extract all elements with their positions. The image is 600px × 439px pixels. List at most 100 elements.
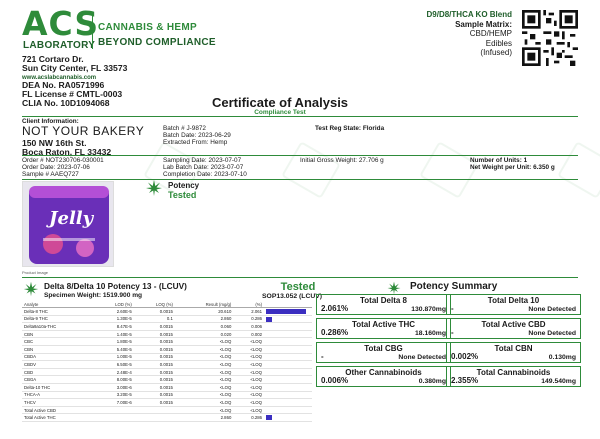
summary-box: Total Delta 8 2.061% 130.870mg [316, 294, 451, 315]
loq-cell: 0.0015 [133, 307, 175, 316]
analyte-cell: CBGA [22, 375, 94, 384]
client-name: NOT YOUR BAKERY [22, 124, 145, 138]
analyte-cell: CBDV [22, 360, 94, 369]
completion-date: Completion Date: 2023-07-10 [163, 171, 247, 178]
lab-address-2: Sun City Center, FL 33573 [22, 63, 128, 73]
analyte-cell: CBC [22, 337, 94, 346]
table-row: Total Active THC 2.860 0.286 [22, 413, 312, 422]
analyte-cell: Total Active CBD [22, 406, 94, 415]
result-mg-cell: <LOQ [174, 368, 234, 377]
result-pct-cell: 0.006 [233, 322, 264, 331]
loq-cell: 0.0015 [133, 375, 175, 384]
result-bar-cell [264, 330, 312, 339]
table-row: CBD 2.48E-4 0.0015 <LOQ <LOQ [22, 368, 312, 377]
lod-cell: 1.80E-5 [93, 337, 134, 346]
lod-cell: 6.50E-5 [93, 360, 134, 369]
result-bar-cell [264, 353, 312, 362]
table-row: CBN 5.40E-5 0.0015 <LOQ <LOQ [22, 345, 312, 354]
divider [22, 155, 578, 156]
result-mg-cell: <LOQ [174, 360, 234, 369]
result-pct-cell: <LOQ [233, 406, 264, 415]
potency-summary-title: Potency Summary [410, 281, 498, 292]
result-bar-cell [264, 345, 312, 354]
summary-box: Total Delta 10 - None Detected [446, 294, 581, 315]
result-bar-cell [264, 375, 312, 384]
table-row: THCV 7.00E-6 0.0015 <LOQ <LOQ [22, 398, 312, 407]
result-bar-cell [264, 391, 312, 400]
lod-cell [93, 413, 134, 422]
summary-box-mg: 0.380mg [418, 378, 446, 385]
loq-cell: 0.1 [133, 315, 175, 324]
sample-number: Sample # AAEQ727 [22, 171, 79, 178]
result-mg-cell: <LOQ [174, 406, 234, 415]
result-mg-cell: <LOQ [174, 375, 234, 384]
result-pct-cell: <LOQ [233, 360, 264, 369]
table-row: CBGA 8.00E-5 0.0015 <LOQ <LOQ [22, 375, 312, 384]
result-pct-cell: 2.061 [233, 307, 264, 316]
gross-weight: Initial Gross Weight: 27.706 g [300, 157, 384, 164]
lod-cell: 2.48E-4 [93, 368, 134, 377]
result-pct-cell: 0.002 [233, 330, 264, 339]
result-bar-cell [264, 413, 312, 422]
analyte-cell: Delta9a10a-THC [22, 322, 94, 331]
loq-cell: 0.0015 [133, 337, 175, 346]
result-bar-cell [264, 360, 312, 369]
qr-code-icon[interactable] [522, 10, 578, 66]
loq-cell: 0.0015 [133, 391, 175, 400]
summary-box-percent: 0.286% [321, 328, 349, 337]
summary-box-percent: - [451, 328, 454, 337]
result-bar-cell [264, 368, 312, 377]
result-mg-cell: 2.860 [174, 413, 234, 422]
lod-cell: 3.00E-6 [93, 383, 134, 392]
result-mg-cell: 20.610 [174, 307, 234, 316]
lod-cell: 2.60E-5 [93, 307, 134, 316]
loq-cell [133, 406, 175, 415]
loq-cell: 0.0015 [133, 398, 175, 407]
lod-cell: 5.40E-5 [93, 345, 134, 354]
summary-box: Total CBG - None Detected [316, 342, 451, 363]
summary-box-percent: 2.061% [321, 304, 349, 313]
table-row: Delta9a10a-THC 8.47E-5 0.0015 0.060 0.006 [22, 322, 312, 331]
analyte-cell: CBDA [22, 353, 94, 362]
lab-logo-sub: LABORATORY [23, 40, 96, 51]
result-mg-cell: <LOQ [174, 398, 234, 407]
result-bar-cell [264, 322, 312, 331]
lab-tagline-1: CANNABIS & HEMP [98, 22, 197, 33]
result-mg-cell: <LOQ [174, 383, 234, 392]
sample-matrix: D9/D8/THCA KO Blend Sample Matrix: CBD/H… [427, 10, 513, 58]
summary-box-mg: 0.130mg [548, 354, 576, 361]
summary-box-title: Total Delta 10 [487, 296, 540, 305]
lod-cell: 3.20E-5 [93, 391, 134, 400]
result-mg-cell: 0.020 [174, 330, 234, 339]
result-pct-cell: 0.286 [233, 413, 264, 422]
analyte-cell: CBN [22, 345, 94, 354]
summary-box: Total CBN 0.002% 0.130mg [446, 342, 581, 363]
table-row: CBDA 1.00E-5 0.0015 <LOQ <LOQ [22, 353, 312, 362]
summary-box-percent: - [451, 304, 454, 313]
loq-cell: 0.0015 [133, 360, 175, 369]
analyte-cell: Delta-10 THC [22, 383, 94, 392]
result-pct-cell: <LOQ [233, 383, 264, 392]
potency-table-title: Delta 8/Delta 10 Potency 13 - (LCUV) [44, 281, 187, 291]
net-weight: Net Weight per Unit: 6.350 g [470, 164, 555, 171]
loq-cell: 0.0015 [133, 383, 175, 392]
summary-box-mg: None Detected [528, 306, 576, 313]
product-image: Jelly [22, 181, 114, 267]
test-reg-state: Test Reg State: Florida [315, 125, 385, 132]
lod-cell: 1.40E-5 [93, 330, 134, 339]
table-row: THCA-A 3.20E-5 0.0015 <LOQ <LOQ [22, 391, 312, 400]
matrix-line-2: Edibles [485, 38, 512, 48]
potency-table-status: Tested [280, 281, 316, 293]
client-address-2: Boca Raton, FL 33432 [22, 147, 112, 157]
summary-box: Other Cannabinoids 0.006% 0.380mg [316, 366, 451, 387]
extracted-from: Extracted From: Hemp [163, 139, 228, 146]
result-mg-cell: 0.060 [174, 322, 234, 331]
analyte-cell: Delta-9 THC [22, 315, 94, 324]
cannabis-leaf-icon [23, 281, 39, 297]
divider [22, 179, 578, 180]
summary-box: Total Cannabinoids 2.355% 149.540mg [446, 366, 581, 387]
summary-box-title: Total CBG [364, 344, 403, 353]
specimen-weight: Specimen Weight: 1519.900 mg [44, 292, 143, 299]
lod-cell: 8.00E-5 [93, 375, 134, 384]
logo-divider [92, 13, 93, 49]
